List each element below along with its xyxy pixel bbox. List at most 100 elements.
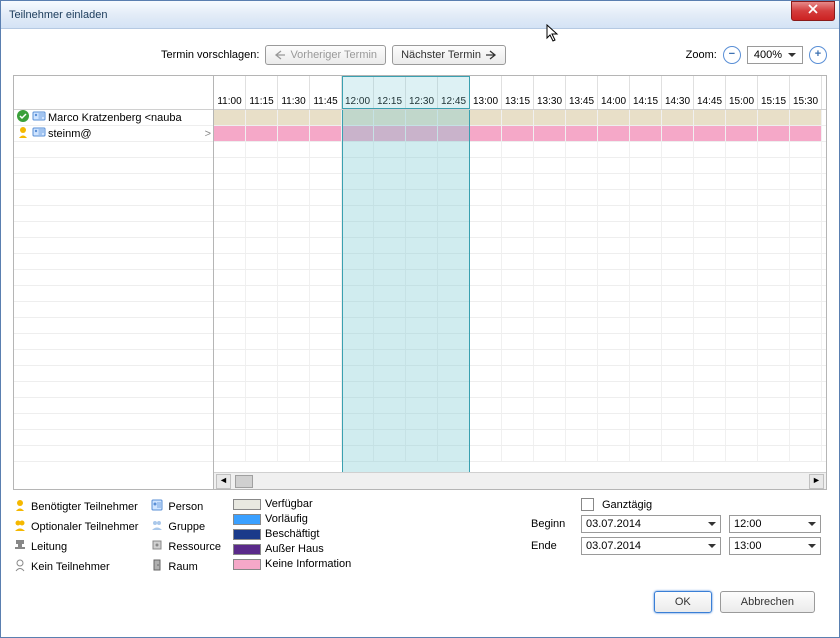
end-time: 13:00: [734, 540, 762, 552]
attendee-row[interactable]: [14, 270, 213, 286]
resource-icon: [150, 538, 164, 555]
timeline-row[interactable]: [214, 222, 826, 238]
attendee-row[interactable]: Marco Kratzenberg <nauba: [14, 110, 213, 126]
expand-icon[interactable]: >: [205, 128, 211, 140]
zoom-in-button[interactable]: +: [809, 46, 827, 64]
attendee-row[interactable]: [14, 366, 213, 382]
timeline-row[interactable]: [214, 158, 826, 174]
timeline-row[interactable]: [214, 238, 826, 254]
legend-status-item: Keine Information: [233, 558, 351, 570]
attendee-row[interactable]: [14, 174, 213, 190]
begin-time: 12:00: [734, 518, 762, 530]
attendee-row[interactable]: steinm@ >: [14, 126, 213, 142]
timeline-row[interactable]: [214, 270, 826, 286]
time-cell: 12:00: [342, 76, 374, 109]
time-cell: 14:15: [630, 76, 662, 109]
timeline-row[interactable]: [214, 414, 826, 430]
time-cell: 15:00: [726, 76, 758, 109]
attendee-row[interactable]: [14, 350, 213, 366]
chair-icon: [13, 538, 27, 555]
timeline-column: 11:0011:1511:3011:4512:0012:1512:3012:45…: [214, 76, 826, 489]
attendee-row[interactable]: [14, 190, 213, 206]
ok-button[interactable]: OK: [654, 591, 712, 613]
suggest-label: Termin vorschlagen:: [161, 49, 259, 61]
chevron-down-icon: [808, 522, 816, 526]
time-cell: 14:30: [662, 76, 694, 109]
attendee-row[interactable]: [14, 302, 213, 318]
legend-label: Person: [168, 501, 203, 513]
attendee-row[interactable]: [14, 206, 213, 222]
attendee-row[interactable]: [14, 318, 213, 334]
color-swatch: [233, 499, 261, 510]
attendee-row[interactable]: [14, 382, 213, 398]
attendee-row[interactable]: [14, 414, 213, 430]
attendee-row[interactable]: [14, 238, 213, 254]
timeline-row[interactable]: [214, 366, 826, 382]
attendee-row[interactable]: [14, 158, 213, 174]
legend-type-item: Raum: [150, 558, 221, 575]
legend-label: Keine Information: [265, 558, 351, 570]
end-date: 03.07.2014: [586, 540, 641, 552]
attendee-row[interactable]: [14, 222, 213, 238]
begin-time-combo[interactable]: 12:00: [729, 515, 821, 533]
zoom-value-combo[interactable]: 400%: [747, 46, 803, 64]
timeline-row[interactable]: [214, 446, 826, 462]
legend-role-item: Leitung: [13, 538, 138, 555]
begin-date-combo[interactable]: 03.07.2014: [581, 515, 721, 533]
timeline-row[interactable]: [214, 206, 826, 222]
legend-type-item: Gruppe: [150, 518, 221, 535]
add-attendee-input[interactable]: [16, 144, 211, 156]
close-button[interactable]: [791, 1, 835, 21]
timeline-row[interactable]: [214, 302, 826, 318]
allday-label: Ganztägig: [602, 499, 652, 511]
scroll-thumb[interactable]: [235, 475, 253, 488]
end-time-combo[interactable]: 13:00: [729, 537, 821, 555]
attendee-row[interactable]: [14, 446, 213, 462]
content-area: Termin vorschlagen: Vorheriger Termin Nä…: [1, 29, 839, 637]
legend-status-item: Beschäftigt: [233, 528, 351, 540]
time-header: 11:0011:1511:3011:4512:0012:1512:3012:45…: [214, 76, 826, 110]
status-accepted-icon: [16, 110, 30, 126]
begin-date: 03.07.2014: [586, 518, 641, 530]
time-cell: 12:45: [438, 76, 470, 109]
zoom-out-button[interactable]: −: [723, 46, 741, 64]
group-icon: [150, 518, 164, 535]
attendee-row[interactable]: [14, 430, 213, 446]
timeline-row[interactable]: [214, 110, 826, 126]
timeline-row[interactable]: [214, 190, 826, 206]
timeline-body[interactable]: [214, 110, 826, 472]
attendee-row[interactable]: [14, 254, 213, 270]
attendee-row[interactable]: [14, 398, 213, 414]
timeline-row[interactable]: [214, 318, 826, 334]
timeline-row[interactable]: [214, 126, 826, 142]
arrow-left-icon: [274, 50, 286, 60]
attendee-row[interactable]: [14, 334, 213, 350]
chevron-down-icon: [788, 53, 796, 57]
end-date-combo[interactable]: 03.07.2014: [581, 537, 721, 555]
timeline-row[interactable]: [214, 174, 826, 190]
allday-checkbox[interactable]: [581, 498, 594, 511]
horizontal-scrollbar[interactable]: ◄ ►: [214, 472, 826, 489]
prev-appointment-button[interactable]: Vorheriger Termin: [265, 45, 386, 65]
scroll-left-button[interactable]: ◄: [216, 474, 231, 489]
next-appointment-button[interactable]: Nächster Termin: [392, 45, 506, 65]
time-cell: 13:00: [470, 76, 502, 109]
timeline-row[interactable]: [214, 350, 826, 366]
attendee-name: steinm@: [48, 128, 92, 140]
timeline-row[interactable]: [214, 430, 826, 446]
cancel-button[interactable]: Abbrechen: [720, 591, 815, 613]
scroll-right-button[interactable]: ►: [809, 474, 824, 489]
legend-label: Raum: [168, 561, 197, 573]
legend-status-item: Außer Haus: [233, 543, 351, 555]
room-icon: [150, 558, 164, 575]
timeline-row[interactable]: [214, 334, 826, 350]
dialog-window: Teilnehmer einladen Termin vorschlagen: …: [0, 0, 840, 638]
timeline-row[interactable]: [214, 398, 826, 414]
timeline-row[interactable]: [214, 142, 826, 158]
timeline-row[interactable]: [214, 382, 826, 398]
timeline-row[interactable]: [214, 254, 826, 270]
legend-label: Verfügbar: [265, 498, 313, 510]
attendee-row[interactable]: [14, 286, 213, 302]
timeline-row[interactable]: [214, 286, 826, 302]
attendee-row[interactable]: [14, 142, 213, 158]
